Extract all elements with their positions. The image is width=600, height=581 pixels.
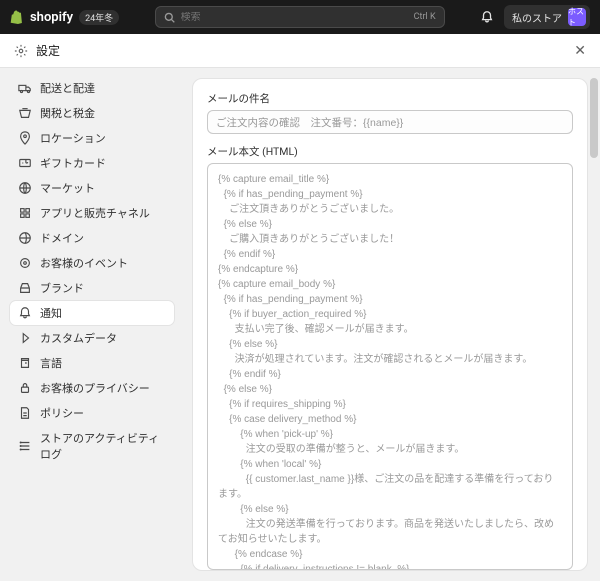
sidebar-item-icon	[18, 306, 32, 320]
sidebar-item[interactable]: カスタムデータ	[10, 326, 174, 350]
sidebar-item[interactable]: 言語	[10, 351, 174, 375]
sidebar-item-label: ギフトカード	[40, 155, 106, 171]
store-menu[interactable]: 私のストア ホスト	[504, 5, 590, 29]
sidebar-item-icon	[18, 81, 32, 95]
sidebar-item-icon	[18, 181, 32, 195]
sidebar-item[interactable]: 関税と税金	[10, 101, 174, 125]
sidebar-item[interactable]: マーケット	[10, 176, 174, 200]
sidebar-item[interactable]: ポリシー	[10, 401, 174, 425]
sidebar-item[interactable]: ロケーション	[10, 126, 174, 150]
sidebar-item-label: ポリシー	[40, 405, 84, 421]
shopify-logo-icon	[10, 10, 24, 24]
avatar: ホスト	[568, 8, 586, 26]
logo-wrap[interactable]: shopify 24年冬	[10, 10, 119, 25]
sidebar-item-label: 言語	[40, 355, 62, 371]
sidebar-item-label: カスタムデータ	[40, 330, 117, 346]
body-code-area[interactable]: {% capture email_title %} {% if has_pend…	[207, 163, 573, 570]
sidebar-item[interactable]: ブランド	[10, 276, 174, 300]
sidebar-item-icon	[18, 406, 32, 420]
search-wrap: Ctrl K	[127, 6, 472, 28]
scrollbar-thumb[interactable]	[590, 78, 598, 158]
search-icon	[164, 12, 175, 23]
sidebar-item-icon	[18, 106, 32, 120]
content: 配送と配達関税と税金ロケーションギフトカードマーケットアプリと販売チャネルドメイ…	[0, 68, 600, 581]
sidebar-item-label: ブランド	[40, 280, 84, 296]
sidebar-item[interactable]: アプリと販売チャネル	[10, 201, 174, 225]
sidebar-item[interactable]: ドメイン	[10, 226, 174, 250]
body-label: メール本文 (HTML)	[207, 144, 573, 159]
email-editor-card: メールの件名 メール本文 (HTML) {% capture email_tit…	[192, 78, 588, 571]
sidebar-item[interactable]: ギフトカード	[10, 151, 174, 175]
sidebar-item-label: ロケーション	[40, 130, 106, 146]
main-panel: メールの件名 メール本文 (HTML) {% capture email_tit…	[184, 68, 600, 581]
sidebar-item[interactable]: 配送と配達	[10, 76, 174, 100]
topbar: shopify 24年冬 Ctrl K 私のストア ホスト	[0, 0, 600, 34]
sidebar-item-icon	[18, 331, 32, 345]
sidebar-item-icon	[18, 281, 32, 295]
settings-header: 設定 ✕	[0, 34, 600, 68]
season-badge: 24年冬	[79, 10, 119, 25]
bell-icon[interactable]	[480, 10, 494, 24]
top-right: 私のストア ホスト	[480, 5, 590, 29]
sidebar-item-label: 通知	[40, 305, 62, 321]
store-label: 私のストア	[512, 10, 562, 25]
sidebar-item-icon	[18, 256, 32, 270]
sidebar-item-label: ストアのアクティビティログ	[40, 430, 166, 462]
sidebar-item[interactable]: 通知	[10, 301, 174, 325]
sidebar-item[interactable]: お客様のイベント	[10, 251, 174, 275]
subject-input[interactable]	[207, 110, 573, 134]
sidebar-item-label: マーケット	[40, 180, 95, 196]
sidebar-item[interactable]: お客様のプライバシー	[10, 376, 174, 400]
sidebar-item-icon	[18, 439, 32, 453]
sidebar-item[interactable]: ストアのアクティビティログ	[10, 426, 174, 466]
search-box[interactable]: Ctrl K	[155, 6, 445, 28]
sidebar-item-icon	[18, 131, 32, 145]
sidebar-item-icon	[18, 381, 32, 395]
brand-text: shopify	[30, 10, 73, 25]
sidebar-item-icon	[18, 231, 32, 245]
settings-title-wrap: 設定	[14, 42, 60, 59]
sidebar-item-label: ドメイン	[40, 230, 84, 246]
search-shortcut: Ctrl K	[414, 12, 436, 22]
gear-icon	[14, 44, 28, 58]
sidebar-item-label: アプリと販売チャネル	[40, 205, 150, 221]
sidebar-item-icon	[18, 356, 32, 370]
sidebar-item-label: 配送と配達	[40, 80, 95, 96]
sidebar-item-label: お客様のイベント	[40, 255, 128, 271]
subject-label: メールの件名	[207, 91, 573, 106]
close-icon[interactable]: ✕	[574, 43, 586, 59]
settings-sidebar: 配送と配達関税と税金ロケーションギフトカードマーケットアプリと販売チャネルドメイ…	[0, 68, 184, 581]
sidebar-item-icon	[18, 206, 32, 220]
settings-title: 設定	[36, 42, 60, 59]
search-input[interactable]	[181, 12, 408, 23]
sidebar-item-label: 関税と税金	[40, 105, 95, 121]
sidebar-item-icon	[18, 156, 32, 170]
sidebar-item-label: お客様のプライバシー	[40, 380, 150, 396]
